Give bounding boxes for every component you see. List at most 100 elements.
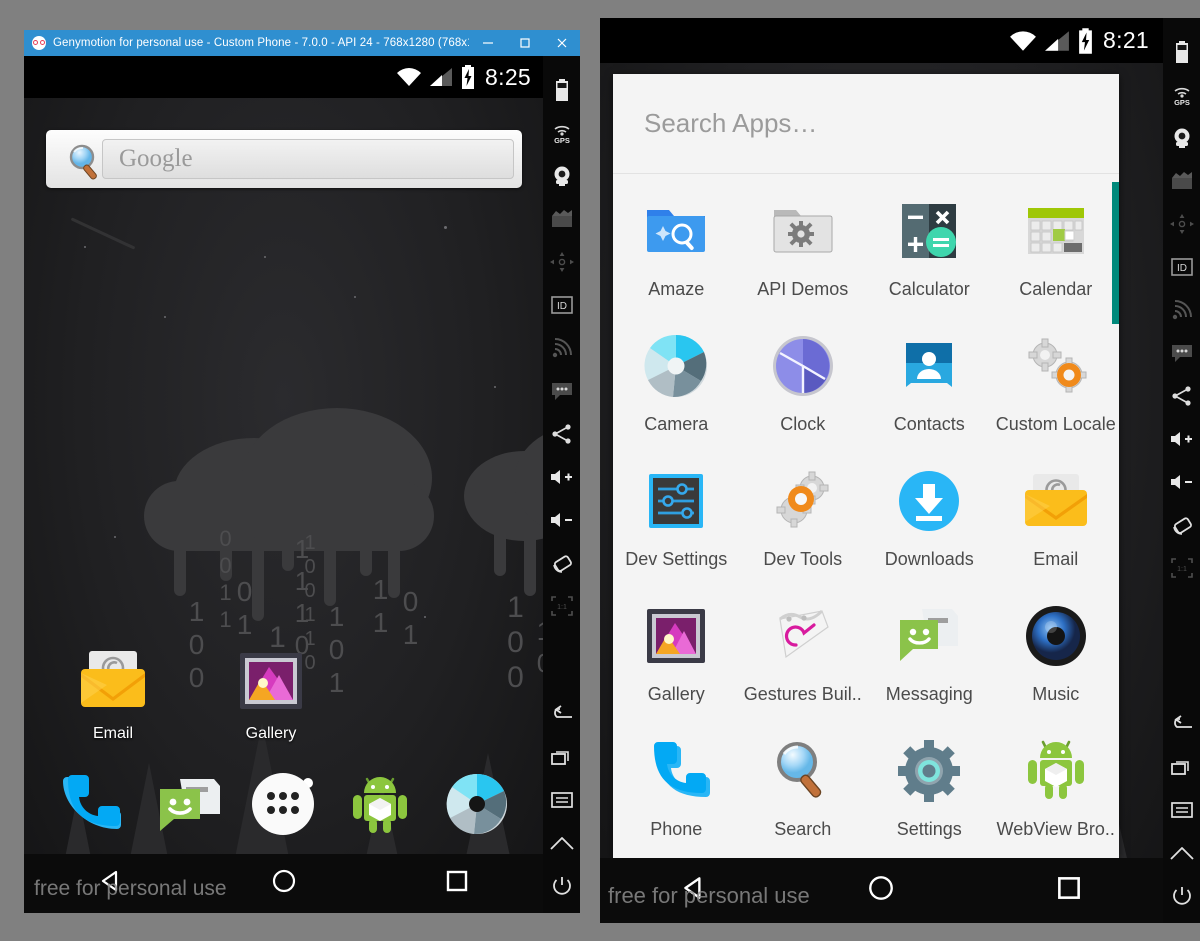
identifiers-id-icon[interactable]: ID (543, 283, 580, 326)
menu-icon[interactable] (1163, 788, 1200, 831)
custom-locale-gears-icon (1019, 329, 1093, 403)
camera-widget-icon[interactable] (543, 154, 580, 197)
google-search-widget[interactable]: Google (46, 130, 522, 188)
device-screen-right: 8:21 Search Apps… Amaze API Demos Calcul… (600, 18, 1163, 923)
dev-settings-sliders-icon (639, 464, 713, 538)
power-icon[interactable] (543, 864, 580, 907)
identifiers-id-icon[interactable]: ID (1163, 245, 1200, 288)
recents-square-icon[interactable] (1054, 873, 1084, 908)
app-item-gallery[interactable]: Gallery (613, 587, 740, 722)
recents-square-icon[interactable] (443, 867, 471, 900)
rotate-screen-icon[interactable] (543, 541, 580, 584)
close-icon[interactable] (543, 30, 580, 56)
back-triangle-icon[interactable] (97, 867, 125, 900)
app-item-contacts[interactable]: Contacts (866, 317, 993, 452)
signal-icon (1044, 30, 1070, 52)
recents-stack-icon[interactable] (1163, 745, 1200, 788)
app-item-search[interactable]: Search (740, 722, 867, 857)
gallery-icon (639, 599, 713, 673)
maximize-icon[interactable] (506, 30, 543, 56)
gps-icon[interactable]: GPS (543, 111, 580, 154)
search-apps-placeholder: Search Apps… (644, 108, 818, 138)
sms-bubble-icon[interactable] (1163, 331, 1200, 374)
accelerometer-dpad-icon[interactable] (1163, 202, 1200, 245)
music-speaker-icon (1019, 599, 1093, 673)
window-title-bar[interactable]: Genymotion for personal use - Custom Pho… (24, 30, 580, 56)
app-drawer: Search Apps… Amaze API Demos Calculator … (613, 74, 1119, 858)
dock-android-icon[interactable] (343, 767, 417, 841)
app-item-downloads[interactable]: Downloads (866, 452, 993, 587)
gps-icon[interactable]: GPS (1163, 73, 1200, 116)
status-clock-right: 8:21 (1103, 27, 1149, 53)
app-item-custom-locale[interactable]: Custom Locale (993, 317, 1120, 452)
sms-bubble-icon[interactable] (543, 369, 580, 412)
power-icon[interactable] (1163, 874, 1200, 917)
share-icon[interactable] (543, 412, 580, 455)
app-item-camera[interactable]: Camera (613, 317, 740, 452)
app-item-clock[interactable]: Clock (740, 317, 867, 452)
app-item-webview-browser[interactable]: WebView Bro.. (993, 722, 1120, 857)
magnifier-icon[interactable] (66, 142, 106, 187)
app-label: API Demos (757, 279, 849, 299)
home-circle-icon[interactable] (270, 867, 298, 900)
app-item-api-demos[interactable]: API Demos (740, 182, 867, 317)
recents-stack-icon[interactable] (543, 735, 580, 778)
app-label: Phone (650, 819, 703, 839)
dock-phone-icon[interactable] (53, 767, 127, 841)
network-baseband-icon[interactable] (543, 326, 580, 369)
video-recording-icon[interactable] (1163, 159, 1200, 202)
home-icon-email-label: Email (92, 725, 133, 742)
dock-camera-icon[interactable] (440, 767, 514, 841)
app-label: Settings (896, 819, 962, 839)
video-recording-icon[interactable] (543, 197, 580, 240)
back-arrow-icon[interactable] (543, 692, 580, 735)
app-label: Gestures Buil.. (743, 684, 862, 704)
battery-widget-icon[interactable] (543, 68, 580, 111)
home-icon[interactable] (1163, 831, 1200, 874)
home-icon-gallery[interactable]: Gallery (216, 644, 326, 743)
app-item-dev-tools[interactable]: Dev Tools (740, 452, 867, 587)
app-item-messaging[interactable]: Messaging (866, 587, 993, 722)
home-icon[interactable] (543, 821, 580, 864)
camera-widget-icon[interactable] (1163, 116, 1200, 159)
volume-up-icon[interactable] (543, 455, 580, 498)
battery-widget-icon[interactable] (1163, 30, 1200, 73)
app-drawer-icon[interactable] (246, 767, 320, 841)
network-baseband-icon[interactable] (1163, 288, 1200, 331)
app-label: Calendar (1019, 279, 1093, 299)
drawer-scrollbar[interactable] (1112, 182, 1119, 324)
fullscreen-icon[interactable]: 1:1 (543, 584, 580, 627)
volume-down-icon[interactable] (1163, 460, 1200, 503)
wifi-icon (1009, 30, 1037, 52)
phone-icon (639, 734, 713, 808)
back-arrow-icon[interactable] (1163, 702, 1200, 745)
volume-up-icon[interactable] (1163, 417, 1200, 460)
app-item-amaze[interactable]: Amaze (613, 182, 740, 317)
google-search-input[interactable]: Google (102, 139, 514, 179)
home-icon-email[interactable]: Email (58, 644, 168, 743)
volume-down-icon[interactable] (543, 498, 580, 541)
app-item-phone[interactable]: Phone (613, 722, 740, 857)
fullscreen-icon[interactable]: 1:1 (1163, 546, 1200, 589)
app-item-settings[interactable]: Settings (866, 722, 993, 857)
svg-text:ID: ID (557, 301, 567, 312)
messaging-icon (892, 599, 966, 673)
menu-icon[interactable] (543, 778, 580, 821)
app-item-calculator[interactable]: Calculator (866, 182, 993, 317)
device-frame-left: 100 0011 01 11 1110 101 100110 11 01 100… (24, 56, 580, 913)
calendar-icon (1019, 194, 1093, 268)
minimize-icon[interactable] (469, 30, 506, 56)
home-circle-icon[interactable] (866, 873, 896, 908)
search-apps-input[interactable]: Search Apps… (613, 74, 1119, 174)
dock-messaging-icon[interactable] (150, 767, 224, 841)
share-icon[interactable] (1163, 374, 1200, 417)
app-item-gestures-builder[interactable]: Gestures Buil.. (740, 587, 867, 722)
app-label: Custom Locale (995, 414, 1116, 434)
app-item-music[interactable]: Music (993, 587, 1120, 722)
app-item-calendar[interactable]: Calendar (993, 182, 1120, 317)
app-item-email[interactable]: Email (993, 452, 1120, 587)
rotate-screen-icon[interactable] (1163, 503, 1200, 546)
accelerometer-dpad-icon[interactable] (543, 240, 580, 283)
app-item-dev-settings[interactable]: Dev Settings (613, 452, 740, 587)
email-icon (1019, 464, 1093, 538)
